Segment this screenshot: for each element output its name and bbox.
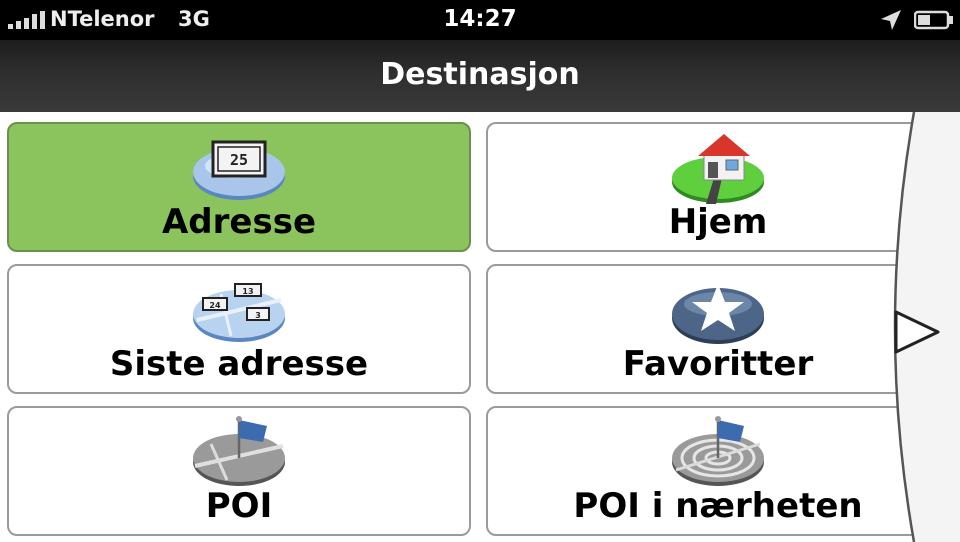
- location-arrow-icon: [881, 10, 901, 30]
- poi-label: POI: [205, 486, 273, 526]
- poi-flag-icon: [193, 416, 285, 486]
- home-icon: [672, 134, 764, 204]
- title-bar: Destinasjon: [0, 40, 960, 113]
- adresse-button[interactable]: 25 Adresse: [7, 122, 471, 252]
- svg-text:13: 13: [242, 287, 253, 296]
- recent-addresses-icon: 13 24 3: [193, 283, 285, 342]
- svg-text:3: 3: [255, 311, 261, 320]
- page-title: Destinasjon: [380, 57, 580, 92]
- address-sign-icon: 25: [193, 140, 285, 200]
- battery-icon: [914, 10, 953, 30]
- adresse-label: Adresse: [161, 202, 316, 242]
- siste-adresse-button[interactable]: 13 24 3 Siste adresse: [7, 264, 471, 394]
- destination-menu: 25 Adresse Hjem 13 24 3 Siste adresse Fa…: [0, 112, 960, 542]
- star-icon: [672, 284, 764, 344]
- svg-text:25: 25: [230, 151, 248, 169]
- clock: 14:27: [443, 6, 517, 32]
- status-bar: NTelenor 3G 14:27: [0, 0, 960, 40]
- svg-text:24: 24: [209, 301, 221, 310]
- siste-adresse-label: Siste adresse: [109, 344, 369, 384]
- poi-button[interactable]: POI: [7, 406, 471, 536]
- next-page-button[interactable]: [870, 112, 960, 542]
- nearby-poi-icon: [672, 416, 764, 486]
